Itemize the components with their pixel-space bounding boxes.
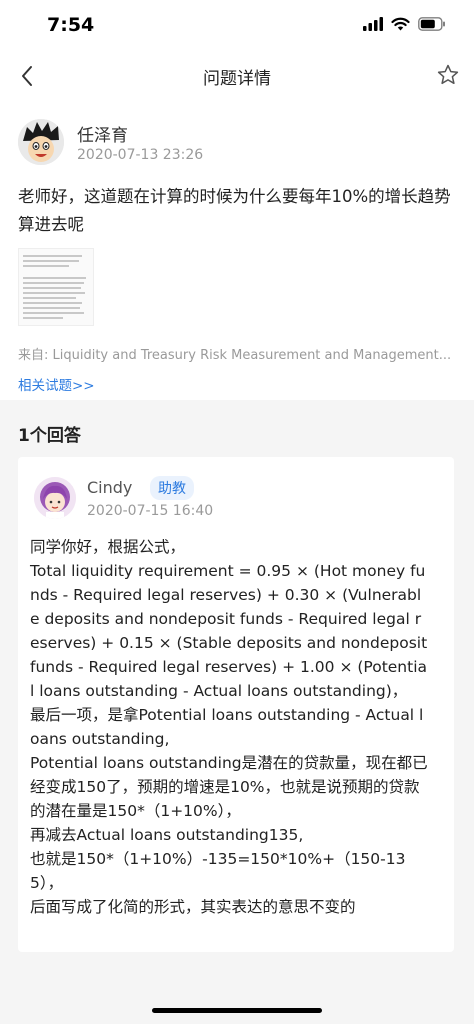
cellular-signal-icon (363, 17, 383, 31)
home-indicator[interactable] (152, 1008, 322, 1013)
answer-line: 后面写成了化简的形式，其实表达的意思不变的 (30, 898, 356, 916)
answer-line: 同学你好，根据公式， (30, 538, 186, 556)
answer-count: 1个回答 (18, 426, 81, 446)
question-attachment-thumbnail[interactable] (18, 248, 94, 326)
answer-line: Total liquidity requirement = 0.95 × (Ho… (30, 562, 428, 700)
page-title: 问题详情 (203, 69, 271, 89)
answer-line: Potential loans outstanding是潜在的贷款量，现在都已经… (30, 754, 428, 820)
asker-name: 任泽育 (77, 126, 128, 146)
teaching-assistant-badge: 助教 (150, 476, 194, 500)
asker-avatar[interactable] (18, 119, 64, 165)
answerer-name: Cindy (87, 478, 133, 497)
answer-text: 同学你好，根据公式， Total liquidity requirement =… (30, 535, 430, 919)
asker-avatar-image (18, 119, 64, 165)
question-timestamp: 2020-07-13 23:26 (77, 147, 204, 163)
status-icons (363, 17, 446, 31)
nav-bar: 问题详情 (0, 54, 474, 100)
battery-icon (418, 17, 445, 31)
ta-avatar-image (34, 477, 76, 519)
answer-timestamp: 2020-07-15 16:40 (87, 503, 214, 519)
wifi-icon (391, 17, 410, 31)
answer-line: 再减去Actual loans outstanding135, (30, 826, 304, 844)
answer-card: Cindy 助教 2020-07-15 16:40 同学你好，根据公式， Tot… (18, 457, 454, 952)
answer-line: 最后一项，是拿Potential loans outstanding - Act… (30, 706, 424, 748)
question-text: 老师好，这道题在计算的时候为什么要每年10%的增长趋势算进去呢 (18, 187, 451, 234)
ta-avatar[interactable] (34, 477, 76, 519)
favorite-star-icon[interactable] (436, 62, 460, 88)
status-bar: 7:54 (0, 0, 474, 54)
related-questions-link[interactable]: 相关试题>> (18, 374, 95, 394)
status-time: 7:54 (47, 14, 95, 36)
question-source: 来自: Liquidity and Treasury Risk Measurem… (18, 348, 452, 363)
answer-line: 也就是150*（1+10%）-135=150*10%+（150-135）， (30, 850, 406, 892)
